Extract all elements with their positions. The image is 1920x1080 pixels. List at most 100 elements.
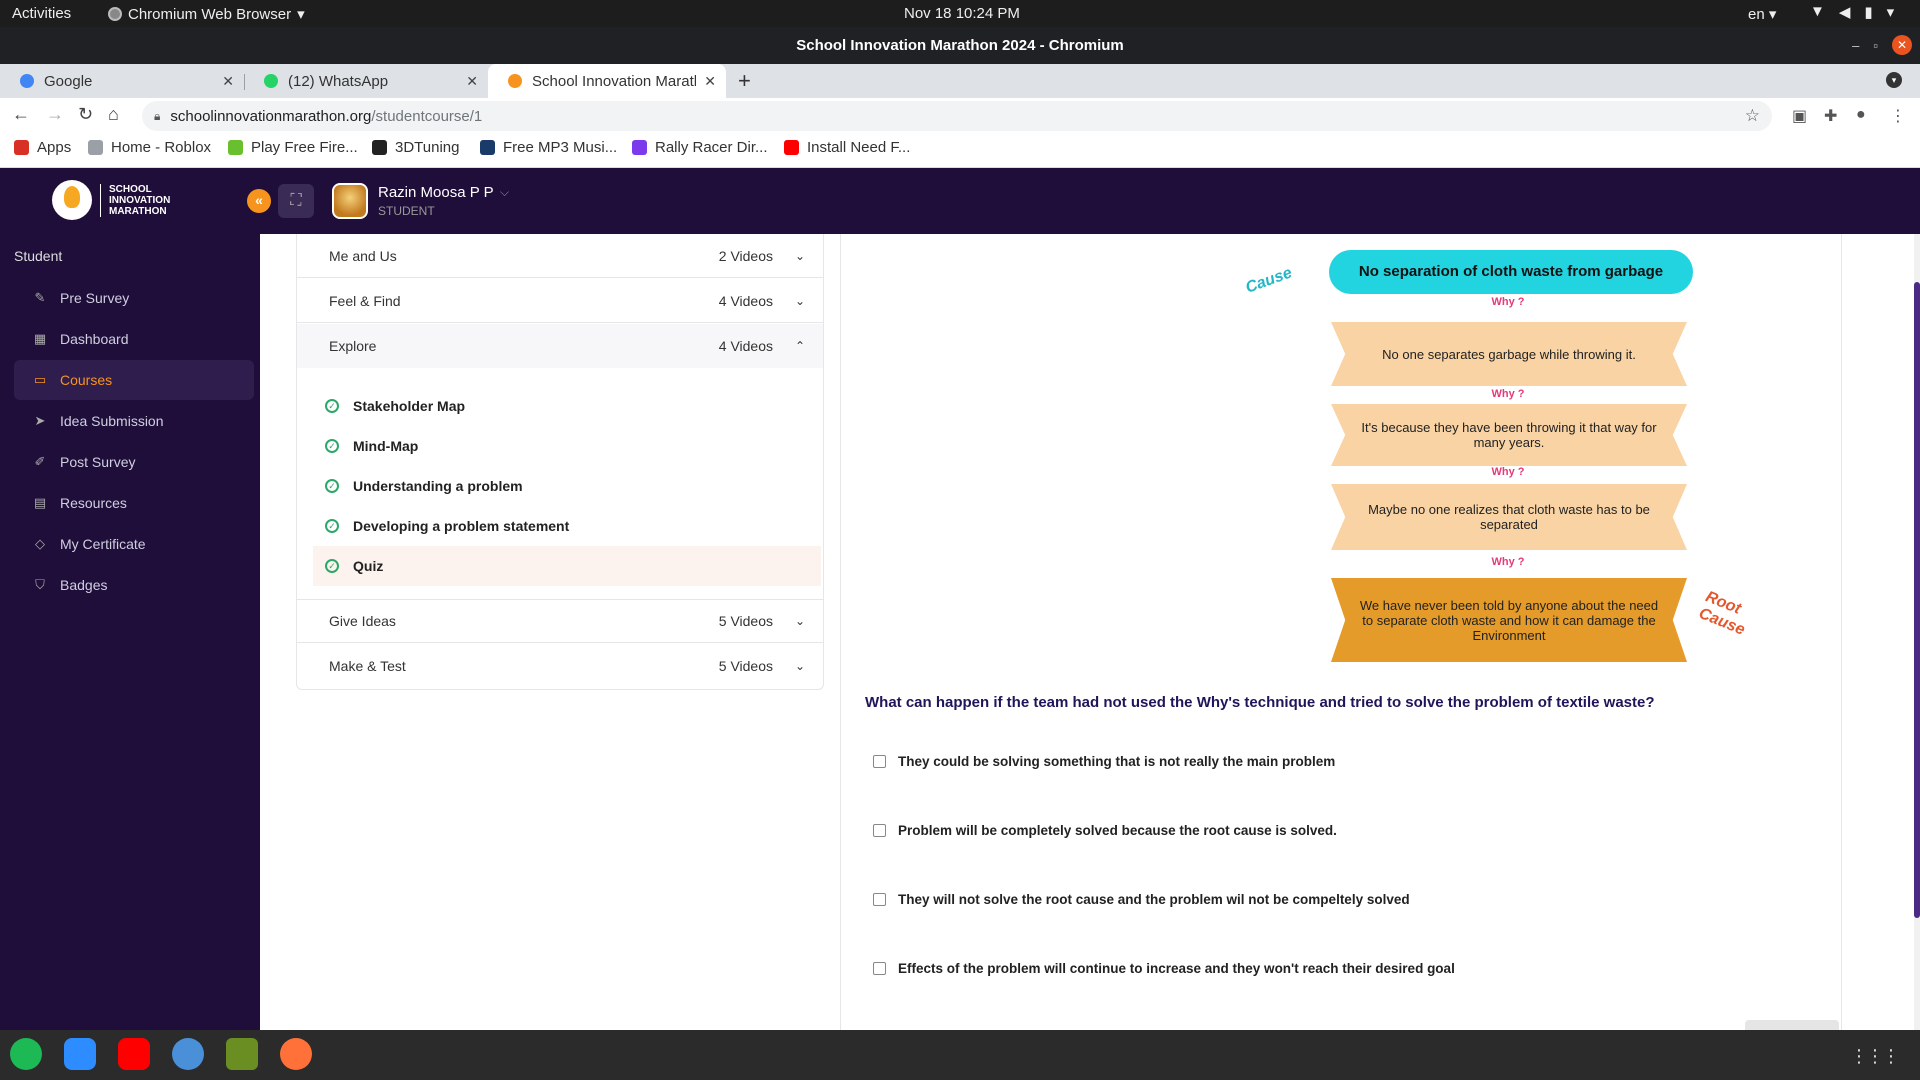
avatar[interactable] (332, 183, 368, 219)
close-window-button[interactable]: ✕ (1892, 35, 1912, 55)
lesson-item[interactable]: ✓ Understanding a problem (313, 466, 821, 506)
quiz-option[interactable]: Effects of the problem will continue to … (873, 961, 1773, 976)
bookmark-rally[interactable]: Rally Racer Dir... (632, 139, 768, 156)
language-indicator[interactable]: en ▾ (1748, 5, 1776, 23)
bookmark-nfs[interactable]: Install Need F... (784, 139, 910, 156)
sidebar-item-dashboard[interactable]: ▦ Dashboard (14, 319, 254, 359)
tab-google[interactable]: Google ✕ (0, 64, 244, 98)
extension-icon[interactable]: ▣ (1792, 106, 1807, 126)
sidebar-item-resources[interactable]: ▤ Resources (14, 483, 254, 523)
user-name[interactable]: Razin Moosa P P (378, 184, 494, 201)
freefire-icon (228, 140, 243, 155)
sidebar-item-idea-submission[interactable]: ➤ Idea Submission (14, 401, 254, 441)
bookmark-freefire[interactable]: Play Free Fire... (228, 139, 358, 156)
close-icon[interactable]: ✕ (222, 73, 234, 90)
game-icon[interactable] (226, 1038, 258, 1070)
tab-whatsapp[interactable]: (12) WhatsApp ✕ (244, 64, 488, 98)
shield-icon (632, 140, 647, 155)
scrollbar-thumb[interactable] (1914, 282, 1920, 918)
logo-text: SCHOOL INNOVATION MARATHON (100, 183, 170, 217)
why-step: It's because they have been throwing it … (1331, 404, 1687, 466)
bookmark-label: Play Free Fire... (251, 139, 358, 156)
tab-search-button[interactable]: ▾ (1886, 72, 1902, 88)
module-row[interactable]: Feel & Find 4 Videos ⌄ (297, 279, 823, 323)
profile-icon[interactable]: ● (1856, 106, 1866, 124)
zoom-icon[interactable] (64, 1038, 96, 1070)
module-row[interactable]: Make & Test 5 Videos ⌄ (297, 644, 823, 688)
lesson-item[interactable]: ✓ Developing a problem statement (313, 506, 821, 546)
collapse-sidebar-button[interactable]: « (247, 189, 271, 213)
chromium-icon[interactable] (172, 1038, 204, 1070)
lesson-label: Mind-Map (353, 438, 419, 454)
bookmark-mp3[interactable]: Free MP3 Musi... (480, 139, 617, 156)
scrollbar[interactable] (1914, 234, 1920, 1030)
home-button[interactable]: ⌂ (108, 104, 119, 125)
address-bar[interactable]: 🔒︎ schoolinnovationmarathon.org/studentc… (142, 101, 1772, 131)
new-tab-button[interactable]: + (738, 68, 751, 94)
sidebar-item-label: Pre Survey (60, 290, 130, 306)
lesson-item[interactable]: ✓ Stakeholder Map (313, 386, 821, 426)
tab-label: (12) WhatsApp (288, 72, 389, 90)
user-role: STUDENT (378, 204, 435, 218)
maximize-button[interactable]: ▫ (1873, 38, 1878, 53)
sidebar-item-label: Idea Submission (60, 413, 164, 429)
module-title: Explore (329, 338, 377, 354)
roblox-icon (88, 140, 103, 155)
puzzle-icon[interactable]: ✚ (1824, 106, 1837, 126)
os-top-bar: Activities Chromium Web Browser ▾ Nov 18… (0, 0, 1920, 27)
menu-kebab-icon[interactable]: ⋮ (1890, 106, 1906, 126)
app-menu[interactable]: Chromium Web Browser ▾ (108, 5, 305, 23)
minimize-button[interactable]: – (1852, 38, 1859, 53)
module-row[interactable]: Give Ideas 5 Videos ⌄ (297, 599, 823, 643)
module-row-expanded[interactable]: Explore 4 Videos ⌃ (297, 324, 823, 368)
bookmark-apps[interactable]: Apps (14, 139, 71, 156)
chromium-icon (108, 7, 122, 21)
sidebar-item-my-certificate[interactable]: ◇ My Certificate (14, 524, 254, 564)
fullscreen-button[interactable]: ⛶ (278, 184, 314, 218)
close-icon[interactable]: ✕ (466, 73, 478, 90)
dock: ⋮⋮⋮ (0, 1030, 1920, 1080)
quiz-option[interactable]: They will not solve the root cause and t… (873, 892, 1773, 907)
bookmark-3dtuning[interactable]: 3DTuning (372, 139, 459, 156)
edit-icon: ✎ (34, 290, 46, 305)
activities-button[interactable]: Activities (12, 5, 71, 22)
youtube-icon[interactable] (118, 1038, 150, 1070)
site-logo[interactable]: SCHOOL INNOVATION MARATHON (52, 180, 170, 220)
sidebar: Student ✎ Pre Survey ▦ Dashboard ▭ Cours… (0, 234, 260, 1030)
submit-button[interactable] (1745, 1020, 1839, 1030)
sidebar-item-pre-survey[interactable]: ✎ Pre Survey (14, 278, 254, 318)
checkbox[interactable] (873, 824, 886, 837)
logo-mark-icon (52, 180, 92, 220)
forward-button[interactable]: → (46, 104, 64, 125)
tab-school-innovation[interactable]: School Innovation Marath ✕ (488, 64, 726, 98)
module-row[interactable]: Me and Us 2 Videos ⌄ (297, 234, 823, 278)
checkbox[interactable] (873, 893, 886, 906)
bookmark-roblox[interactable]: Home - Roblox (88, 139, 211, 156)
spotify-icon[interactable] (10, 1038, 42, 1070)
quiz-option[interactable]: They could be solving something that is … (873, 754, 1773, 769)
chevron-down-icon: ⌄ (794, 293, 806, 308)
clock[interactable]: Nov 18 10:24 PM (904, 5, 1020, 22)
lesson-label: Quiz (353, 558, 384, 574)
why-step: Maybe no one realizes that cloth waste h… (1331, 484, 1687, 550)
sidebar-item-label: Dashboard (60, 331, 129, 347)
firefox-icon[interactable] (280, 1038, 312, 1070)
show-apps-icon[interactable]: ⋮⋮⋮ (1850, 1046, 1900, 1067)
tag-icon: ◇ (35, 536, 45, 551)
checkbox[interactable] (873, 755, 886, 768)
lesson-item[interactable]: ✓ Mind-Map (313, 426, 821, 466)
tab-label: School Innovation Marath (532, 72, 697, 90)
sidebar-item-post-survey[interactable]: ✐ Post Survey (14, 442, 254, 482)
quiz-option[interactable]: Problem will be completely solved becaus… (873, 823, 1773, 838)
lock-icon[interactable]: 🔒︎ (154, 109, 160, 124)
reload-button[interactable]: ↻ (78, 104, 93, 125)
checkbox[interactable] (873, 962, 886, 975)
system-tray[interactable]: ▼ ◀ ▮ ▾ (1810, 3, 1894, 21)
sidebar-item-courses[interactable]: ▭ Courses (14, 360, 254, 400)
sidebar-item-badges[interactable]: ⛉ Badges (14, 565, 254, 605)
chevron-down-icon[interactable]: ⌵ (500, 185, 509, 200)
bookmark-star-icon[interactable]: ☆ (1745, 106, 1760, 126)
back-button[interactable]: ← (12, 104, 30, 125)
close-icon[interactable]: ✕ (704, 73, 716, 90)
lesson-item-current[interactable]: ✓ Quiz (313, 546, 821, 586)
